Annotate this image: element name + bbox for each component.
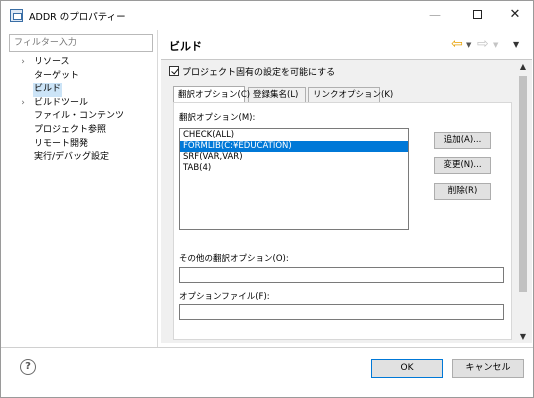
filter-input[interactable] [9,34,153,52]
maximize-icon [472,10,482,19]
expand-icon[interactable]: › [18,56,28,70]
properties-dialog: ADDR のプロパティー — ✕ › リソース ターゲット ビルド › ビルドツ… [0,0,534,398]
title-bar: ADDR のプロパティー — ✕ [1,1,533,29]
list-item[interactable]: CHECK(ALL) [180,130,408,141]
page-content: プロジェクト固有の設定を可能にする 翻訳オプション(C) 登録集名(L) リンク… [161,60,514,343]
tree-item-file-contents[interactable]: ファイル・コンテンツ [9,110,157,124]
list-item-selected[interactable]: FORMLIB(C:¥EDUCATION) [180,141,408,152]
view-menu-icon[interactable]: ▼ [513,40,519,49]
tree-item-build-tools[interactable]: › ビルドツール [9,97,157,111]
help-icon[interactable]: ? [20,359,36,375]
ok-button[interactable]: OK [371,359,443,378]
tree-item-label: プロジェクト参照 [34,124,107,135]
window-title: ADDR のプロパティー [29,12,126,23]
tree-item-project-references[interactable]: プロジェクト参照 [9,124,157,138]
back-dropdown-icon[interactable]: ▼ [466,41,471,49]
translation-options-label: 翻訳オプション(M): [179,113,256,123]
tab-panel-translation-options: 翻訳オプション(M): CHECK(ALL) FORMLIB(C:¥EDUCAT… [173,102,512,340]
delete-button[interactable]: 削除(R) [434,183,491,200]
tree-item-label: ファイル・コンテンツ [34,111,125,122]
scroll-down-icon[interactable]: ▼ [514,332,532,341]
tab-library-names[interactable]: 登録集名(L) [248,87,306,102]
app-icon [10,9,23,22]
tree-item-label: リモート開発 [34,138,89,149]
list-item[interactable]: SRF(VAR,VAR) [180,152,408,163]
property-tree: › リソース ターゲット ビルド › ビルドツール ファイル・コンテンツ プロジ… [9,56,157,165]
project-settings-checkbox[interactable]: プロジェクト固有の設定を可能にする [169,65,335,78]
translation-options-list[interactable]: CHECK(ALL) FORMLIB(C:¥EDUCATION) SRF(VAR… [179,128,409,230]
list-item[interactable]: TAB(4) [180,163,408,174]
close-button[interactable]: ✕ [501,5,529,25]
forward-dropdown-icon[interactable]: ▼ [493,41,498,49]
tree-item-label: ビルドツール [34,97,89,108]
add-button[interactable]: 追加(A)... [434,132,491,149]
other-options-field[interactable] [179,267,504,283]
expand-icon[interactable]: › [18,97,28,111]
scroll-thumb[interactable] [519,76,527,292]
tree-item-label: リソース [34,57,70,67]
option-file-field[interactable] [179,304,504,320]
tab-strip: 翻訳オプション(C) 登録集名(L) リンクオプション(K) [173,86,503,102]
tree-item-label: 実行/デバッグ設定 [34,152,110,163]
tree-item-target[interactable]: ターゲット [9,70,157,84]
maximize-button[interactable] [463,5,491,25]
checkbox-checked-icon[interactable] [169,66,179,76]
back-arrow-icon[interactable]: ⇦ [451,36,463,52]
project-settings-label: プロジェクト固有の設定を可能にする [182,68,336,78]
scroll-up-icon[interactable]: ▲ [514,62,532,71]
minimize-button[interactable]: — [421,5,449,25]
other-options-label: その他の翻訳オプション(O): [179,254,289,264]
vertical-scrollbar[interactable]: ▲ ▼ [514,60,532,343]
tree-item-label: ターゲット [34,70,80,81]
tree-item-build[interactable]: ビルド [9,83,157,97]
tree-item-resource[interactable]: › リソース [9,56,157,70]
page-title: ビルド [169,40,202,53]
tab-translation-options[interactable]: 翻訳オプション(C) [173,86,250,102]
cancel-button[interactable]: キャンセル [452,359,524,378]
footer-divider [1,347,533,348]
tree-item-label: ビルド [33,83,63,97]
option-file-label: オプションファイル(F): [179,292,270,302]
tree-item-remote-development[interactable]: リモート開発 [9,138,157,152]
edit-button[interactable]: 変更(N)... [434,157,491,174]
forward-arrow-icon[interactable]: ⇨ [477,36,489,52]
tab-link-options[interactable]: リンクオプション(K) [308,87,393,102]
page-header: ビルド ⇦ ▼ ⇨ ▼ ▼ [161,30,532,60]
tree-item-run-debug-settings[interactable]: 実行/デバッグ設定 [9,151,157,165]
pane-splitter[interactable] [157,30,158,347]
